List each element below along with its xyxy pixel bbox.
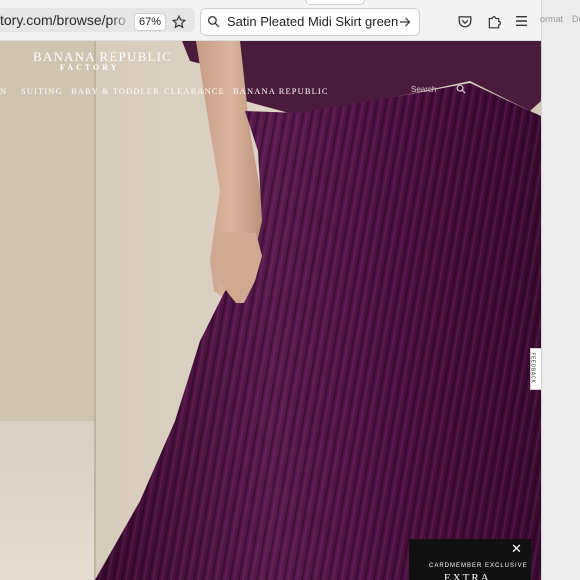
promo-eyebrow: CARDMEMBER EXCLUSIVE [429, 563, 528, 569]
site-header: BANANA REPUBLIC FACTORY N SUITING BABY &… [0, 41, 541, 101]
feedback-tab[interactable]: FEEDBACK [529, 348, 541, 390]
active-tab-indicator[interactable] [305, 0, 365, 5]
arrow-right-icon[interactable] [399, 16, 411, 28]
background-label-do: Do [572, 14, 580, 24]
close-icon[interactable]: ✕ [511, 541, 522, 557]
browser-window: tory.com/browse/product 67% Satin Pleate… [0, 0, 541, 580]
nav-item-suiting[interactable]: SUITING [21, 86, 63, 96]
search-icon[interactable] [456, 84, 466, 94]
feedback-label: FEEDBACK [529, 352, 536, 384]
browser-toolbar: tory.com/browse/product 67% Satin Pleate… [0, 0, 541, 41]
zoom-level-button[interactable]: 67% [134, 13, 166, 31]
product-hero-image [0, 41, 541, 580]
search-query: Satin Pleated Midi Skirt green [227, 14, 399, 29]
search-field[interactable]: Satin Pleated Midi Skirt green [200, 8, 420, 36]
nav-item-clearance[interactable]: CLEARANCE [164, 86, 225, 96]
address-bar-text: tory.com/browse/product [0, 12, 126, 28]
nav-item-baby-toddler[interactable]: BABY & TODDLER [71, 86, 160, 96]
menu-icon[interactable] [515, 15, 528, 27]
promo-headline: EXTRA [444, 572, 491, 580]
nav-item-banana-republic[interactable]: BANANA REPUBLIC [233, 86, 329, 96]
promo-banner[interactable]: ✕ CARDMEMBER EXCLUSIVE EXTRA [409, 539, 531, 580]
site-search-input[interactable]: Search [411, 85, 436, 94]
pocket-icon[interactable] [458, 15, 472, 28]
nav-item-partial[interactable]: N [0, 86, 7, 96]
logo-subtitle: FACTORY [60, 63, 120, 72]
search-icon [207, 15, 220, 28]
background-label-format: ormat [540, 14, 564, 24]
bookmark-star-icon[interactable] [172, 15, 186, 29]
background-window-edge: ormat Do [540, 0, 580, 580]
extensions-icon[interactable] [487, 15, 501, 29]
